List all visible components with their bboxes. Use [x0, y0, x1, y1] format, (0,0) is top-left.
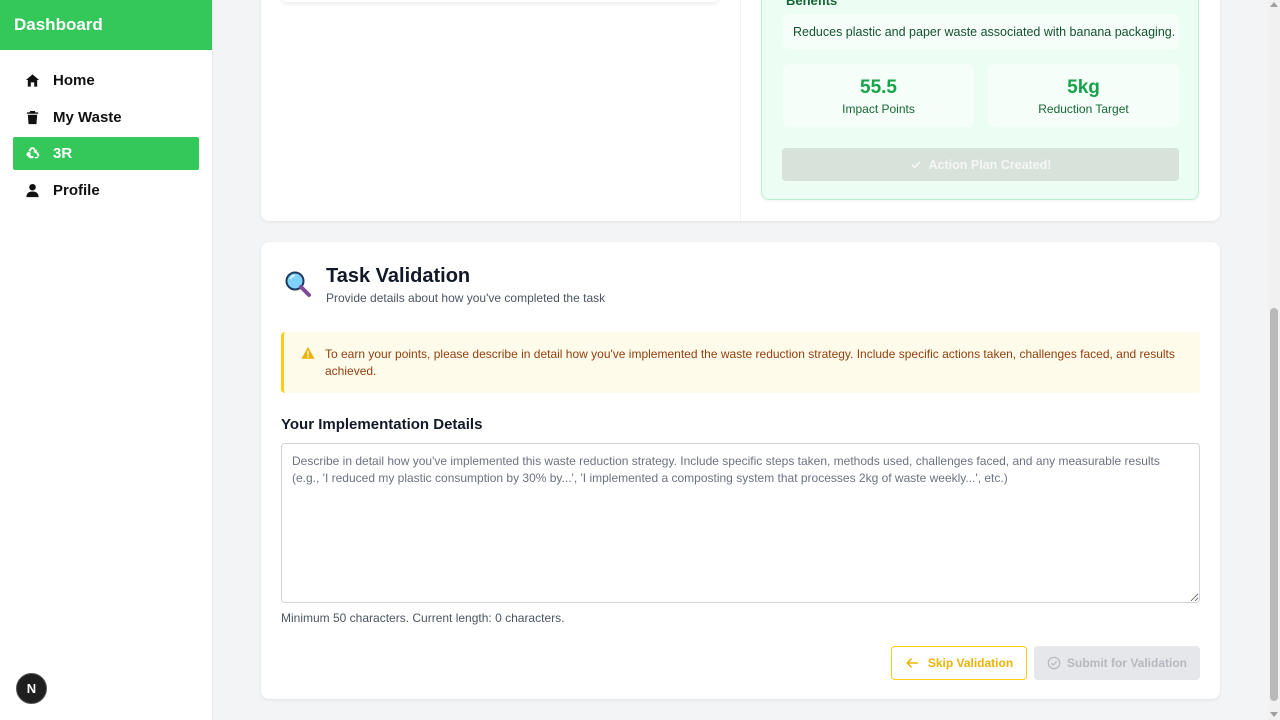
card-divider: [740, 0, 741, 221]
magnifier-icon: [285, 271, 311, 297]
task-validation-subtitle: Provide details about how you've complet…: [326, 291, 606, 305]
sidebar-item-label: My Waste: [53, 108, 122, 126]
home-icon: [24, 73, 40, 89]
benefits-heading: Benefits: [786, 0, 838, 8]
user-icon: [24, 182, 40, 198]
reduction-target-label: Reduction Target: [1038, 102, 1129, 116]
sidebar-item-home[interactable]: Home: [13, 64, 199, 97]
task-validation-card: Task Validation Provide details about ho…: [261, 242, 1220, 699]
sidebar-brand[interactable]: Dashboard: [0, 0, 212, 50]
benefits-panel: Benefits Reduces plastic and paper waste…: [761, 0, 1199, 200]
implementation-details-label: Your Implementation Details: [281, 416, 483, 433]
page-scrollbar[interactable]: [1268, 0, 1280, 720]
arrow-left-icon: [906, 658, 918, 668]
next-dev-badge[interactable]: N: [16, 673, 47, 704]
instructions-alert: To earn your points, please describe in …: [281, 332, 1200, 393]
strategy-inner-panel: [282, 0, 718, 2]
scroll-thumb[interactable]: [1270, 308, 1278, 701]
check-circle-icon: [1047, 656, 1061, 670]
recycle-icon: [24, 146, 40, 162]
trash-icon: [24, 109, 40, 125]
skip-validation-button[interactable]: Skip Validation: [891, 646, 1027, 680]
implementation-details-textarea[interactable]: [281, 443, 1200, 603]
sidebar: Dashboard Home My Waste 3R Profile: [0, 0, 213, 720]
impact-points-value: 55.5: [860, 77, 897, 98]
sidebar-item-label: Profile: [53, 181, 100, 199]
reduction-target-stat: 5kg Reduction Target: [988, 64, 1179, 127]
sidebar-item-label: Home: [53, 72, 95, 89]
impact-points-stat: 55.5 Impact Points: [783, 64, 974, 127]
scroll-up-arrow[interactable]: [1270, 2, 1278, 7]
check-icon: [911, 160, 921, 169]
task-validation-title: Task Validation: [326, 265, 471, 287]
impact-points-label: Impact Points: [842, 102, 915, 116]
sidebar-item-label: 3R: [53, 145, 73, 162]
submit-validation-button[interactable]: Submit for Validation: [1034, 646, 1200, 680]
character-count: Minimum 50 characters. Current length: 0…: [281, 611, 565, 625]
instructions-text: To earn your points, please describe in …: [325, 347, 1175, 378]
sidebar-item-profile[interactable]: Profile: [13, 174, 199, 207]
action-plan-created-button[interactable]: Action Plan Created!: [782, 148, 1179, 181]
sidebar-nav: Home My Waste 3R Profile: [0, 50, 212, 207]
benefit-description: Reduces plastic and paper waste associat…: [783, 14, 1179, 49]
reduction-target-value: 5kg: [1067, 77, 1100, 98]
warning-icon: [301, 346, 315, 359]
scroll-down-arrow[interactable]: [1270, 712, 1278, 717]
sidebar-item-3r[interactable]: 3R: [13, 137, 199, 170]
sidebar-item-my-waste[interactable]: My Waste: [13, 101, 199, 134]
